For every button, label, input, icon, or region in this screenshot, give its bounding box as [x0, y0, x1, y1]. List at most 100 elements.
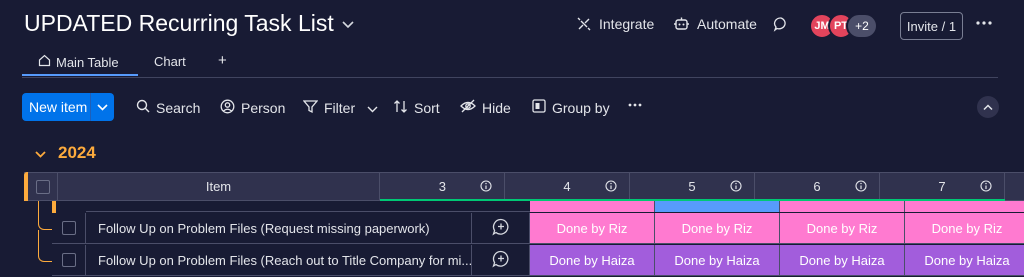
group-by-button[interactable]: Group by [532, 99, 610, 116]
filter-button[interactable]: Filter [302, 99, 378, 117]
status-cell[interactable]: Done by Riz [655, 213, 780, 244]
new-item-button[interactable]: New item [22, 93, 114, 121]
chevron-down-icon[interactable] [367, 100, 378, 116]
column-header-4[interactable]: 4 [505, 172, 630, 201]
column-header-label: Item [205, 179, 232, 194]
add-update-icon[interactable] [491, 250, 510, 271]
conversation-cell[interactable] [472, 213, 530, 244]
hide-button[interactable]: Hide [460, 99, 511, 116]
column-header-5[interactable]: 5 [630, 172, 755, 201]
status-label: Done by Riz [556, 220, 628, 236]
row-select-cell[interactable] [52, 213, 86, 244]
more-options-icon[interactable] [975, 14, 993, 37]
search-label: Search [156, 99, 201, 116]
updates-button[interactable] [773, 16, 789, 32]
search-icon [136, 99, 150, 116]
person-filter-button[interactable]: Person [220, 99, 285, 117]
column-header-label: 5 [688, 179, 696, 194]
column-header-item[interactable]: Item [58, 172, 380, 201]
filter-icon [302, 99, 319, 117]
tab-chart[interactable]: Chart [154, 54, 186, 69]
status-label: Done by Haiza [924, 252, 1010, 268]
column-header-label: 4 [563, 179, 571, 194]
select-all-cell[interactable] [28, 172, 58, 201]
group-title[interactable]: 2024 [58, 143, 96, 163]
column-header-6[interactable]: 6 [755, 172, 880, 201]
board-title[interactable]: UPDATED Recurring Task List [24, 10, 354, 37]
integrate-label: Integrate [599, 16, 655, 32]
invite-label: Invite / 1 [906, 18, 957, 34]
new-item-dropdown-icon[interactable] [91, 103, 114, 111]
plus-icon: + [218, 52, 227, 69]
status-label: Done by Riz [681, 220, 753, 236]
row-checkbox[interactable] [61, 253, 76, 267]
info-icon[interactable] [855, 180, 867, 195]
search-button[interactable]: Search [136, 99, 200, 116]
status-label: Done by Haiza [799, 252, 885, 268]
status-label: Done by Riz [931, 220, 1003, 236]
add-view-button[interactable]: + [218, 52, 227, 69]
hide-label: Hide [482, 99, 511, 116]
toolbar-more-icon[interactable] [627, 97, 643, 113]
sort-icon [393, 99, 408, 117]
new-item-label: New item [29, 99, 88, 115]
row-select-cell[interactable] [52, 245, 86, 276]
tab-main-table[interactable]: Main Table [38, 54, 119, 70]
person-icon [220, 99, 235, 117]
info-icon[interactable] [605, 180, 617, 195]
column-header-3[interactable]: 3 [380, 172, 505, 201]
status-cell[interactable]: Done by Riz [780, 213, 905, 244]
select-all-checkbox[interactable] [35, 179, 50, 194]
column-header-label: 3 [438, 179, 446, 194]
tab-label: Main Table [56, 54, 119, 70]
status-cell[interactable] [530, 201, 655, 212]
column-header-7[interactable]: 7 [880, 172, 1005, 201]
table-row[interactable] [52, 201, 1024, 213]
conversation-cell[interactable] [472, 245, 530, 276]
automate-button[interactable]: Automate [673, 16, 757, 32]
more-members-count: +2 [855, 19, 869, 33]
board-title-text: UPDATED Recurring Task List [24, 10, 334, 36]
table-row[interactable]: Follow Up on Problem Files (Reach out to… [52, 245, 1024, 277]
subitem-connector [38, 230, 52, 262]
item-name-cell[interactable]: Follow Up on Problem Files (Request miss… [86, 213, 472, 244]
subitem-connector [38, 201, 52, 230]
status-cell[interactable] [905, 201, 1024, 212]
home-icon [38, 54, 51, 70]
status-label: Done by Haiza [549, 252, 635, 268]
robot-icon [673, 16, 690, 32]
chevron-down-icon[interactable] [35, 143, 46, 163]
info-icon[interactable] [730, 180, 742, 195]
status-cell[interactable] [655, 201, 780, 212]
column-header-label: 7 [938, 179, 946, 194]
integrate-button[interactable]: Integrate [576, 16, 654, 32]
status-cell[interactable]: Done by Riz [530, 213, 655, 244]
status-cell[interactable] [780, 201, 905, 212]
item-name[interactable]: Follow Up on Problem Files (Reach out to… [98, 253, 471, 268]
automate-label: Automate [697, 16, 757, 32]
sort-button[interactable]: Sort [393, 99, 440, 117]
status-cell[interactable]: Done by Haiza [530, 245, 655, 276]
chat-bubble-icon [773, 16, 789, 32]
item-name[interactable]: Follow Up on Problem Files (Request miss… [98, 221, 430, 236]
info-icon[interactable] [480, 180, 492, 195]
table-row[interactable]: Follow Up on Problem Files (Request miss… [52, 213, 1024, 245]
group-by-label: Group by [552, 99, 610, 116]
filter-label: Filter [324, 100, 356, 116]
more-members-badge[interactable]: +2 [846, 13, 878, 39]
row-checkbox[interactable] [61, 221, 76, 235]
info-icon[interactable] [980, 180, 992, 195]
chevron-down-icon[interactable] [342, 17, 354, 32]
collapse-header-button[interactable] [977, 96, 999, 118]
chevron-up-icon [983, 98, 993, 116]
invite-button[interactable]: Invite / 1 [900, 12, 963, 40]
status-cell[interactable]: Done by Haiza [655, 245, 780, 276]
column-header-label: 6 [813, 179, 821, 194]
status-cell[interactable]: Done by Haiza [780, 245, 905, 276]
group-header[interactable]: 2024 [35, 143, 96, 163]
integrate-icon [576, 16, 592, 32]
status-cell[interactable]: Done by Haiza [905, 245, 1024, 276]
add-update-icon[interactable] [491, 218, 510, 239]
status-cell[interactable]: Done by Riz [905, 213, 1024, 244]
item-name-cell[interactable]: Follow Up on Problem Files (Reach out to… [86, 245, 472, 276]
